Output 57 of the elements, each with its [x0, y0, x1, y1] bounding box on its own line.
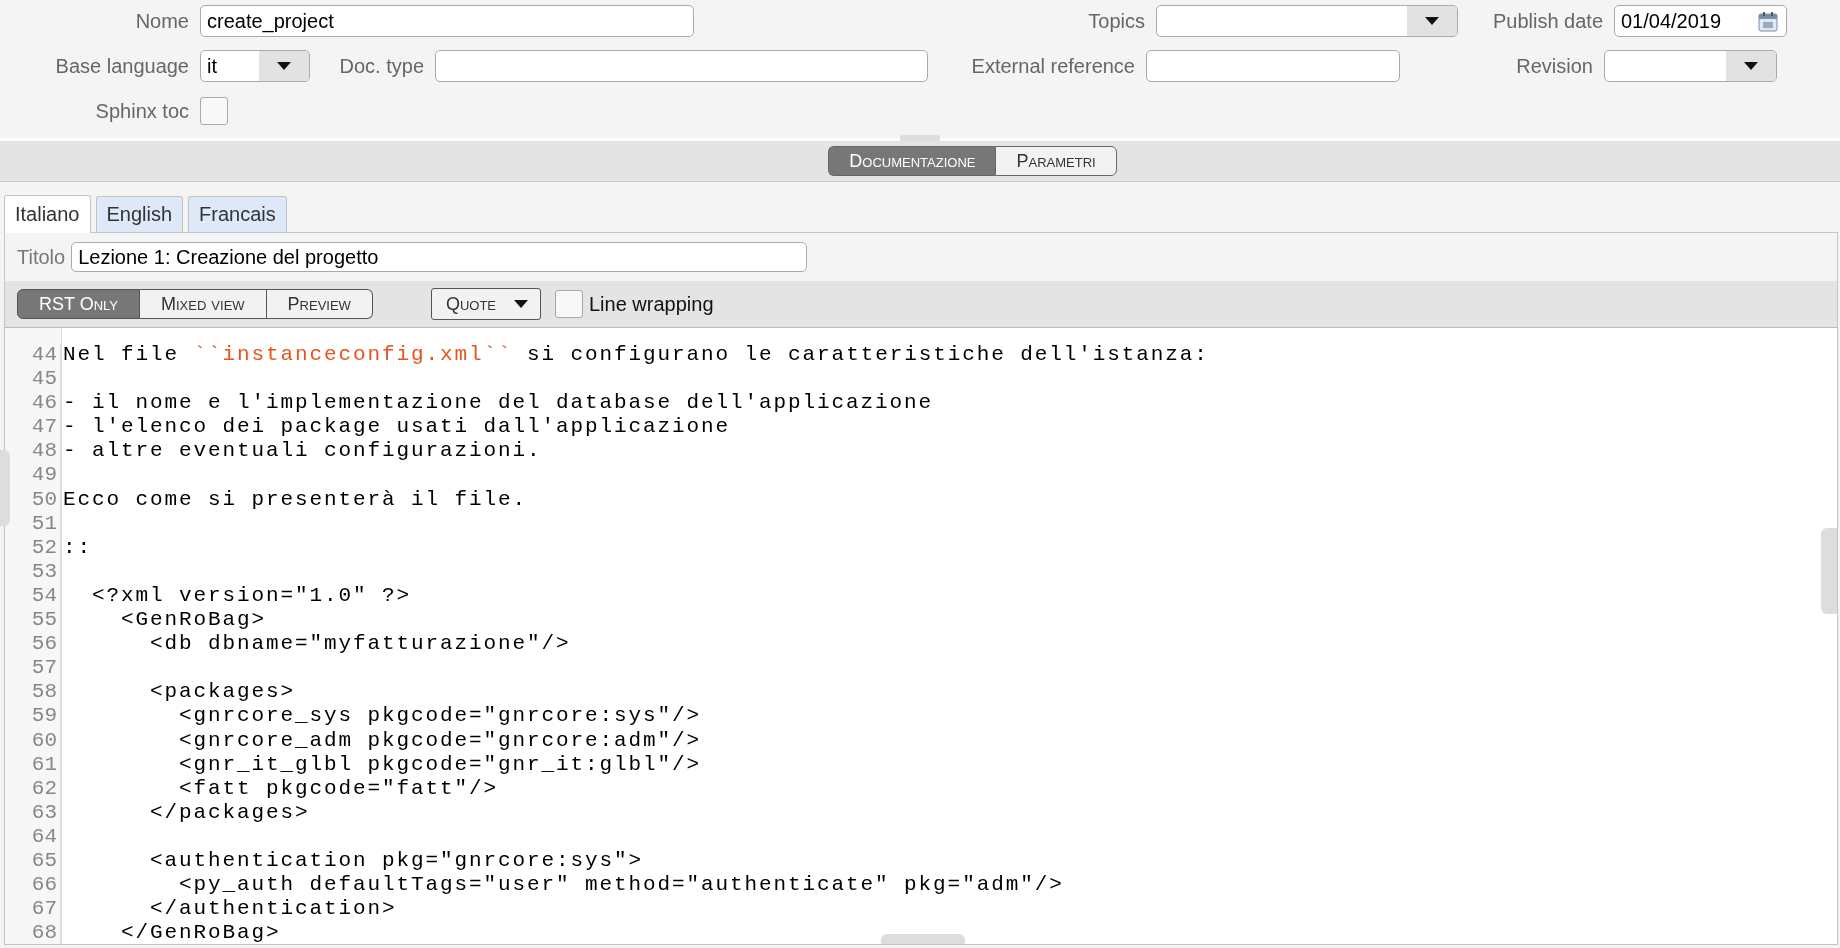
field-label: External reference	[971, 54, 1135, 78]
code-line: <?xml version="1.0" ?>	[91, 583, 412, 609]
language-tab[interactable]: Francais	[188, 196, 287, 232]
field-label: Sphinx toc	[95, 99, 189, 123]
view-tab[interactable]: Parametri	[995, 146, 1117, 176]
resize-handle[interactable]	[1821, 528, 1837, 614]
caret-icon	[1744, 62, 1758, 70]
field-label: Publish date	[1492, 9, 1603, 33]
text-field[interactable]	[1146, 50, 1400, 82]
select-field[interactable]	[1156, 5, 1458, 37]
date-field[interactable]: 01/04/2019	[1614, 5, 1787, 37]
code-line: </GenRoBag>	[120, 921, 281, 944]
resize-handle[interactable]	[0, 450, 10, 526]
code-line: </packages>	[149, 800, 310, 825]
mode-tab[interactable]: RST Only	[17, 289, 140, 319]
field-label: Topics	[1088, 9, 1145, 33]
field-label: Titolo	[17, 245, 66, 269]
language-tab[interactable]: Italiano	[4, 195, 91, 233]
code-line: <py_auth defaultTags="user" method="authenticate" pkg="adm"/>	[178, 873, 1064, 898]
code-line: <packages>	[149, 680, 296, 705]
checkbox-label: Line wrapping	[589, 292, 714, 316]
code-line: <GenRoBag>	[120, 608, 267, 633]
code-line: <gnr_it_glbl pkgcode="gnr_it:glbl"/>	[178, 752, 702, 777]
resize-handle[interactable]	[900, 135, 940, 141]
code-line: Ecco come si presenterà il file.	[62, 487, 528, 512]
code-line: Nel file ``instanceconfig.xml`` si configurano le caratteristiche dell'istanza:	[62, 343, 1209, 368]
code-line: - il nome e l'implementazione del database dell'applicazione	[62, 391, 934, 416]
field-label: Doc. type	[339, 54, 424, 78]
checkbox[interactable]	[555, 290, 583, 318]
calendar-icon[interactable]	[1758, 10, 1778, 32]
quote-dropdown[interactable]: Quote	[430, 288, 541, 320]
caret-icon	[277, 62, 291, 70]
caret-icon	[514, 300, 528, 308]
caret-icon	[1425, 17, 1439, 25]
text-field[interactable]	[435, 50, 928, 82]
code-line: - altre eventuali configurazioni.	[62, 439, 542, 464]
mode-tab[interactable]: Preview	[266, 289, 373, 319]
code-line: <fatt pkgcode="fatt"/>	[178, 776, 499, 801]
code-line: </authentication>	[149, 897, 397, 922]
field-label: Nome	[135, 9, 189, 33]
code-line: <gnrcore_adm pkgcode="gnrcore:adm"/>	[178, 728, 702, 753]
code-line: <authentication pkg="gnrcore:sys">	[149, 848, 644, 874]
resize-handle[interactable]	[881, 934, 965, 944]
field-label: Revision	[1516, 54, 1593, 78]
select-field[interactable]: it	[200, 50, 310, 82]
language-tab[interactable]: English	[95, 196, 184, 232]
checkbox[interactable]	[200, 97, 228, 125]
text-field[interactable]: create_project	[200, 5, 694, 37]
code-line: <db dbname="myfatturazione"/>	[149, 632, 571, 657]
field-label: Base language	[55, 54, 189, 78]
select-field[interactable]	[1604, 50, 1777, 82]
view-tab[interactable]: Documentazione	[828, 146, 996, 176]
code-line: <gnrcore_sys pkgcode="gnrcore:sys"/>	[178, 704, 702, 729]
code-line: ::	[62, 535, 92, 560]
code-line: - l'elenco dei package usati dall'applicazione	[62, 415, 731, 440]
title-field[interactable]: Lezione 1: Creazione del progetto	[71, 242, 808, 272]
mode-tab[interactable]: Mixed view	[140, 289, 267, 319]
